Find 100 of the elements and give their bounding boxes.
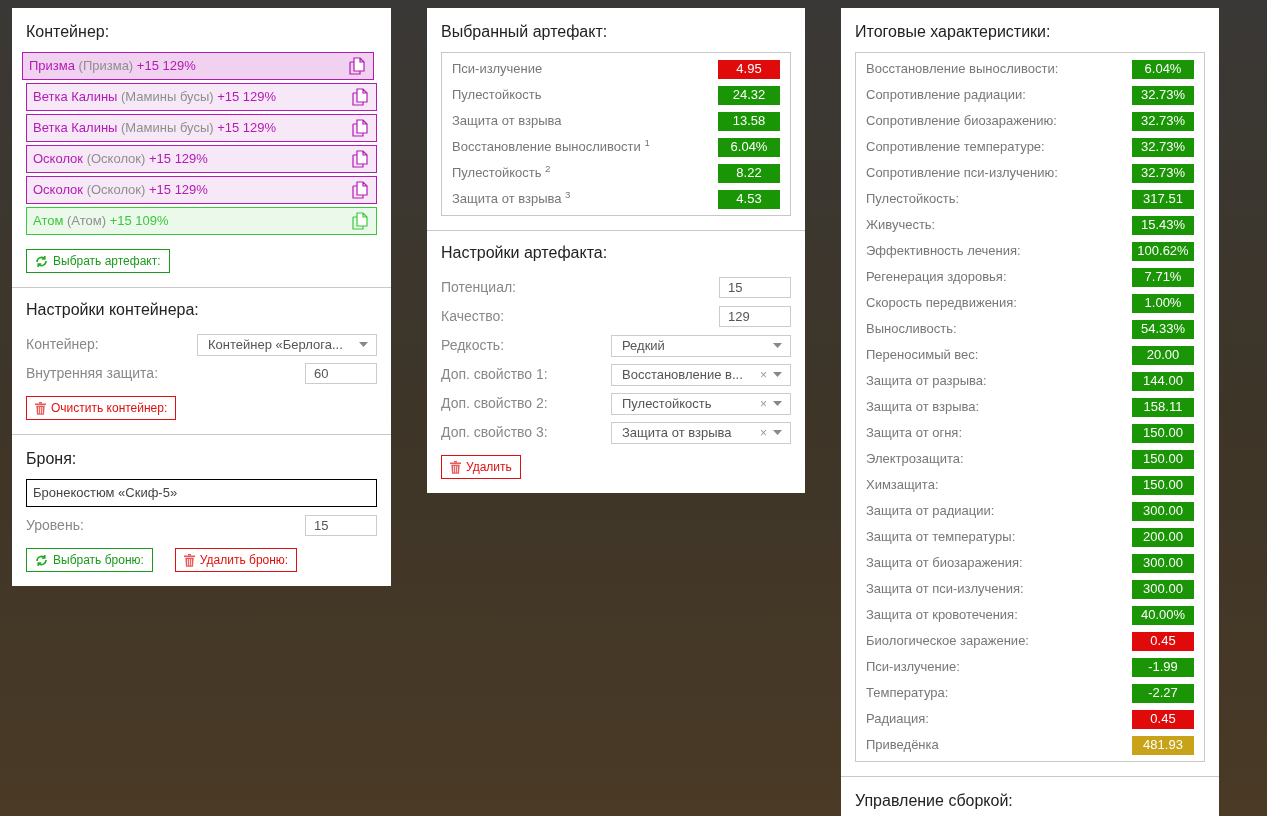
artifact-item[interactable]: Осколок (Осколок) +15 129% xyxy=(26,145,377,173)
clear-icon[interactable]: × xyxy=(760,394,767,413)
stat-value: 300.00 xyxy=(1132,501,1194,521)
stat-value: 100.62% xyxy=(1132,241,1194,261)
copy-icon xyxy=(352,150,368,168)
stat-label: Защита от температуры: xyxy=(866,528,1016,547)
artifact-item[interactable]: Призма (Призма) +15 129% xyxy=(22,52,374,80)
stat-value: 15.43% xyxy=(1132,215,1194,235)
stat-label: Пулестойкость: xyxy=(866,190,960,209)
stat-label: Пси-излучение: xyxy=(866,658,960,677)
stat-value: 300.00 xyxy=(1132,553,1194,573)
dropdown[interactable]: Пулестойкость × xyxy=(611,392,791,415)
stat-value: 8.22 xyxy=(718,163,780,183)
caret-icon xyxy=(359,342,368,347)
stat-label: Защита от взрыва $^{3}$ xyxy=(452,189,571,209)
section-title: Контейнер: xyxy=(26,22,111,42)
stat-value: 32.73% xyxy=(1132,111,1194,131)
stat-label: Защита от пси-излучения: xyxy=(866,580,1024,599)
refresh-icon xyxy=(35,553,48,567)
copy-icon xyxy=(349,57,365,75)
artifact-item[interactable]: Ветка Калины (Мамины бусы) +15 129% xyxy=(26,83,377,111)
field-label: Контейнер: xyxy=(26,335,99,354)
stat-label: Живучесть: xyxy=(866,216,936,235)
stat-label: Температура: xyxy=(866,684,949,703)
delete-button[interactable]: Удалить xyxy=(441,455,521,479)
stat-value: 13.58 xyxy=(718,111,780,131)
copy-icon xyxy=(352,212,368,230)
field-label: Качество: xyxy=(441,307,505,326)
stat-label: Пулестойкость xyxy=(452,86,542,105)
stat-value: 32.73% xyxy=(1132,85,1194,105)
copy-icon xyxy=(352,119,368,137)
number-input[interactable]: 15 xyxy=(719,277,791,298)
choose-button[interactable]: Выбрать броню: xyxy=(26,548,153,572)
stat-value: 7.71% xyxy=(1132,267,1194,287)
section-title: Настройки артефакта: xyxy=(441,243,609,263)
section-title: Настройки контейнера: xyxy=(26,300,200,320)
number-input[interactable]: 60 xyxy=(305,363,377,384)
stat-label: Выносливость: xyxy=(866,320,957,339)
stat-label: Скорость передвижения: xyxy=(866,294,1017,313)
stat-label: Сопротивление пси-излучению: xyxy=(866,164,1058,183)
field-label: Уровень: xyxy=(26,516,84,535)
dropdown[interactable]: Восстановление в... × xyxy=(611,363,791,386)
stat-label: Защита от разрыва: xyxy=(866,372,987,391)
stat-value: 24.32 xyxy=(718,85,780,105)
stat-value: 300.00 xyxy=(1132,579,1194,599)
stat-label: Пулестойкость $^{2}$ xyxy=(452,163,551,183)
copy-icon xyxy=(352,88,368,106)
stat-label: Восстановление выносливости $^{1}$ xyxy=(452,137,650,157)
trash-icon xyxy=(183,553,195,567)
stat-label: Пси-излучение xyxy=(452,60,543,79)
stat-value: 4.53 xyxy=(718,189,780,209)
stat-value: 200.00 xyxy=(1132,527,1194,547)
stat-label: Защита от взрыва: xyxy=(866,398,980,417)
stat-value: 6.04% xyxy=(1132,59,1194,79)
stat-label: Восстановление выносливости: xyxy=(866,60,1059,79)
stat-value: 158.11 xyxy=(1132,397,1194,417)
section-title: Броня: xyxy=(26,449,78,469)
clear-icon[interactable]: × xyxy=(760,423,767,442)
stat-label: Сопротивление биозаражению: xyxy=(866,112,1057,131)
field-label: Потенциал: xyxy=(441,278,516,297)
stat-value: 20.00 xyxy=(1132,345,1194,365)
delete-button[interactable]: Очистить контейнер: xyxy=(26,396,177,420)
trash-icon xyxy=(35,401,46,415)
stat-value: 4.95 xyxy=(718,59,780,79)
section-title: Выбранный артефакт: xyxy=(441,22,609,42)
number-input[interactable]: 129 xyxy=(719,306,791,327)
stat-value: 6.04% xyxy=(718,137,780,157)
delete-button[interactable]: Удалить броню: xyxy=(174,548,298,572)
clear-icon[interactable]: × xyxy=(760,365,767,384)
stat-label: Сопротивление температуре: xyxy=(866,138,1045,157)
stat-value: -1.99 xyxy=(1132,657,1194,677)
armor-field[interactable]: Бронекостюм «Скиф-5» xyxy=(26,479,377,507)
stat-label: Защита от радиации: xyxy=(866,502,995,521)
stat-value: 481.93 xyxy=(1132,735,1194,755)
stat-label: Сопротивление радиации: xyxy=(866,86,1026,105)
stat-label: Переносимый вес: xyxy=(866,346,979,365)
stat-value: -2.27 xyxy=(1132,683,1194,703)
stat-value: 32.73% xyxy=(1132,163,1194,183)
field-label: Внутренняя защита: xyxy=(26,364,159,383)
stat-value: 40.00% xyxy=(1132,605,1194,625)
stat-value: 150.00 xyxy=(1132,423,1194,443)
artifact-item[interactable]: Ветка Калины (Мамины бусы) +15 129% xyxy=(26,114,377,142)
section-title: Управление сборкой: xyxy=(855,791,1014,811)
stat-label: Приведёнка xyxy=(866,736,939,755)
artifact-item[interactable]: Осколок (Осколок) +15 129% xyxy=(26,176,377,204)
dropdown[interactable]: Контейнер «Берлога... xyxy=(197,333,377,356)
stat-label: Регенерация здоровья: xyxy=(866,268,1007,287)
stat-value: 0.45 xyxy=(1132,709,1194,729)
stat-value: 317.51 xyxy=(1132,189,1194,209)
stat-value: 144.00 xyxy=(1132,371,1194,391)
dropdown[interactable]: Редкий xyxy=(611,334,791,357)
dropdown[interactable]: Защита от взрыва × xyxy=(611,421,791,444)
trash-icon xyxy=(450,460,461,474)
stat-value: 54.33% xyxy=(1132,319,1194,339)
refresh-icon xyxy=(35,254,48,268)
artifact-item[interactable]: Атом (Атом) +15 109% xyxy=(26,207,377,235)
stat-value: 0.45 xyxy=(1132,631,1194,651)
choose-button[interactable]: Выбрать артефакт: xyxy=(26,249,170,273)
stat-value: 1.00% xyxy=(1132,293,1194,313)
number-input[interactable]: 15 xyxy=(305,515,377,536)
